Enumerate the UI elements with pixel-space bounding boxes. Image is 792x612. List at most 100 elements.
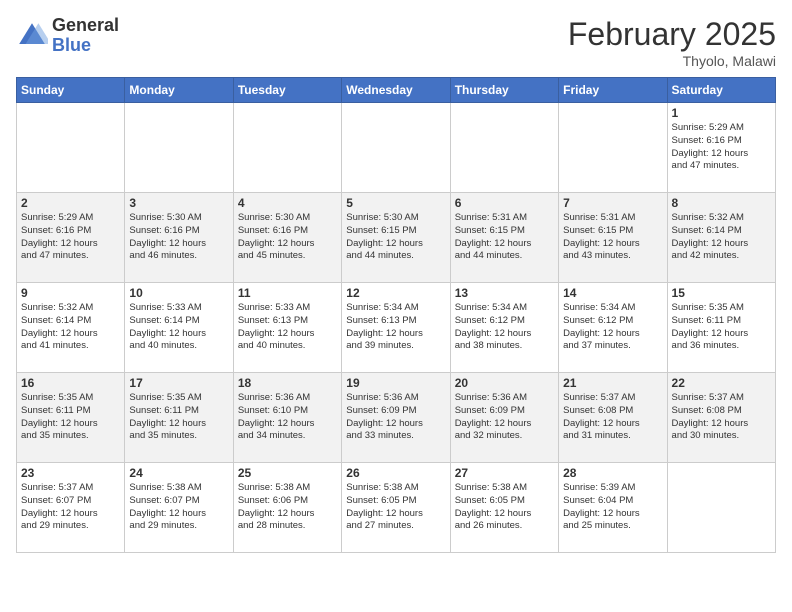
day-number: 17: [129, 376, 228, 390]
day-info: Sunrise: 5:31 AM Sunset: 6:15 PM Dayligh…: [455, 212, 554, 263]
day-number: 2: [21, 196, 120, 210]
day-cell: 18 Sunrise: 5:36 AM Sunset: 6:10 PM Dayli…: [233, 373, 341, 463]
day-info: Sunrise: 5:30 AM Sunset: 6:16 PM Dayligh…: [129, 212, 228, 263]
title-block: February 2025 Thyolo, Malawi: [568, 16, 776, 69]
day-info: Sunrise: 5:37 AM Sunset: 6:07 PM Dayligh…: [21, 482, 120, 533]
day-info: Sunrise: 5:35 AM Sunset: 6:11 PM Dayligh…: [672, 302, 771, 353]
day-info: Sunrise: 5:38 AM Sunset: 6:07 PM Dayligh…: [129, 482, 228, 533]
day-number: 7: [563, 196, 662, 210]
day-number: 28: [563, 466, 662, 480]
day-number: 24: [129, 466, 228, 480]
day-info: Sunrise: 5:32 AM Sunset: 6:14 PM Dayligh…: [672, 212, 771, 263]
weekday-sunday: Sunday: [17, 78, 125, 103]
weekday-saturday: Saturday: [667, 78, 775, 103]
day-number: 8: [672, 196, 771, 210]
day-number: 18: [238, 376, 337, 390]
day-number: 20: [455, 376, 554, 390]
day-number: 10: [129, 286, 228, 300]
day-cell: [233, 103, 341, 193]
day-cell: 28 Sunrise: 5:39 AM Sunset: 6:04 PM Dayli…: [559, 463, 667, 553]
day-info: Sunrise: 5:33 AM Sunset: 6:14 PM Dayligh…: [129, 302, 228, 353]
day-number: 3: [129, 196, 228, 210]
day-number: 15: [672, 286, 771, 300]
day-cell: [17, 103, 125, 193]
weekday-monday: Monday: [125, 78, 233, 103]
week-row-4: 23 Sunrise: 5:37 AM Sunset: 6:07 PM Dayli…: [17, 463, 776, 553]
logo-icon: [16, 20, 48, 52]
weekday-header-row: SundayMondayTuesdayWednesdayThursdayFrid…: [17, 78, 776, 103]
day-cell: 24 Sunrise: 5:38 AM Sunset: 6:07 PM Dayli…: [125, 463, 233, 553]
day-info: Sunrise: 5:36 AM Sunset: 6:09 PM Dayligh…: [455, 392, 554, 443]
week-row-3: 16 Sunrise: 5:35 AM Sunset: 6:11 PM Dayli…: [17, 373, 776, 463]
day-cell: 17 Sunrise: 5:35 AM Sunset: 6:11 PM Dayli…: [125, 373, 233, 463]
day-cell: 5Sunrise: 5:30 AM Sunset: 6:15 PM Daylig…: [342, 193, 450, 283]
logo: General Blue: [16, 16, 119, 56]
day-cell: 25Sunrise: 5:38 AM Sunset: 6:06 PM Dayli…: [233, 463, 341, 553]
calendar-body: 1 Sunrise: 5:29 AM Sunset: 6:16 PM Daylig…: [17, 103, 776, 553]
day-cell: 12 Sunrise: 5:34 AM Sunset: 6:13 PM Dayli…: [342, 283, 450, 373]
day-info: Sunrise: 5:36 AM Sunset: 6:09 PM Dayligh…: [346, 392, 445, 443]
day-info: Sunrise: 5:38 AM Sunset: 6:06 PM Dayligh…: [238, 482, 337, 533]
day-info: Sunrise: 5:29 AM Sunset: 6:16 PM Dayligh…: [21, 212, 120, 263]
day-info: Sunrise: 5:36 AM Sunset: 6:10 PM Dayligh…: [238, 392, 337, 443]
day-info: Sunrise: 5:32 AM Sunset: 6:14 PM Dayligh…: [21, 302, 120, 353]
day-info: Sunrise: 5:31 AM Sunset: 6:15 PM Dayligh…: [563, 212, 662, 263]
day-number: 13: [455, 286, 554, 300]
day-number: 22: [672, 376, 771, 390]
day-number: 26: [346, 466, 445, 480]
day-info: Sunrise: 5:39 AM Sunset: 6:04 PM Dayligh…: [563, 482, 662, 533]
day-cell: 16Sunrise: 5:35 AM Sunset: 6:11 PM Dayli…: [17, 373, 125, 463]
day-number: 9: [21, 286, 120, 300]
day-cell: 2 Sunrise: 5:29 AM Sunset: 6:16 PM Daylig…: [17, 193, 125, 283]
logo-blue: Blue: [52, 36, 119, 56]
day-cell: 19 Sunrise: 5:36 AM Sunset: 6:09 PM Dayli…: [342, 373, 450, 463]
weekday-tuesday: Tuesday: [233, 78, 341, 103]
page-header: General Blue February 2025 Thyolo, Malaw…: [16, 16, 776, 69]
day-info: Sunrise: 5:38 AM Sunset: 6:05 PM Dayligh…: [455, 482, 554, 533]
day-number: 11: [238, 286, 337, 300]
calendar-header: SundayMondayTuesdayWednesdayThursdayFrid…: [17, 78, 776, 103]
day-number: 4: [238, 196, 337, 210]
day-info: Sunrise: 5:30 AM Sunset: 6:15 PM Dayligh…: [346, 212, 445, 263]
day-number: 14: [563, 286, 662, 300]
weekday-thursday: Thursday: [450, 78, 558, 103]
location: Thyolo, Malawi: [568, 53, 776, 69]
day-info: Sunrise: 5:34 AM Sunset: 6:13 PM Dayligh…: [346, 302, 445, 353]
day-cell: 27 Sunrise: 5:38 AM Sunset: 6:05 PM Dayli…: [450, 463, 558, 553]
day-number: 27: [455, 466, 554, 480]
day-info: Sunrise: 5:37 AM Sunset: 6:08 PM Dayligh…: [672, 392, 771, 443]
logo-general: General: [52, 16, 119, 36]
day-number: 19: [346, 376, 445, 390]
day-cell: 6 Sunrise: 5:31 AM Sunset: 6:15 PM Daylig…: [450, 193, 558, 283]
day-cell: 8 Sunrise: 5:32 AM Sunset: 6:14 PM Daylig…: [667, 193, 775, 283]
day-cell: 9 Sunrise: 5:32 AM Sunset: 6:14 PM Daylig…: [17, 283, 125, 373]
day-cell: [125, 103, 233, 193]
day-cell: 4 Sunrise: 5:30 AM Sunset: 6:16 PM Daylig…: [233, 193, 341, 283]
day-cell: 14Sunrise: 5:34 AM Sunset: 6:12 PM Dayli…: [559, 283, 667, 373]
day-number: 23: [21, 466, 120, 480]
calendar: SundayMondayTuesdayWednesdayThursdayFrid…: [16, 77, 776, 553]
day-cell: 10 Sunrise: 5:33 AM Sunset: 6:14 PM Dayli…: [125, 283, 233, 373]
day-info: Sunrise: 5:34 AM Sunset: 6:12 PM Dayligh…: [455, 302, 554, 353]
day-cell: 3 Sunrise: 5:30 AM Sunset: 6:16 PM Daylig…: [125, 193, 233, 283]
day-cell: 26 Sunrise: 5:38 AM Sunset: 6:05 PM Dayli…: [342, 463, 450, 553]
day-cell: 11 Sunrise: 5:33 AM Sunset: 6:13 PM Dayli…: [233, 283, 341, 373]
day-number: 16: [21, 376, 120, 390]
day-info: Sunrise: 5:35 AM Sunset: 6:11 PM Dayligh…: [129, 392, 228, 443]
day-number: 6: [455, 196, 554, 210]
weekday-wednesday: Wednesday: [342, 78, 450, 103]
day-info: Sunrise: 5:38 AM Sunset: 6:05 PM Dayligh…: [346, 482, 445, 533]
day-number: 21: [563, 376, 662, 390]
logo-text: General Blue: [52, 16, 119, 56]
day-number: 12: [346, 286, 445, 300]
day-info: Sunrise: 5:30 AM Sunset: 6:16 PM Dayligh…: [238, 212, 337, 263]
day-cell: 21Sunrise: 5:37 AM Sunset: 6:08 PM Dayli…: [559, 373, 667, 463]
day-number: 1: [672, 106, 771, 120]
day-cell: 23 Sunrise: 5:37 AM Sunset: 6:07 PM Dayli…: [17, 463, 125, 553]
day-info: Sunrise: 5:29 AM Sunset: 6:16 PM Dayligh…: [672, 122, 771, 173]
month-title: February 2025: [568, 16, 776, 53]
week-row-2: 9 Sunrise: 5:32 AM Sunset: 6:14 PM Daylig…: [17, 283, 776, 373]
day-cell: [667, 463, 775, 553]
day-cell: 13 Sunrise: 5:34 AM Sunset: 6:12 PM Dayli…: [450, 283, 558, 373]
day-info: Sunrise: 5:33 AM Sunset: 6:13 PM Dayligh…: [238, 302, 337, 353]
